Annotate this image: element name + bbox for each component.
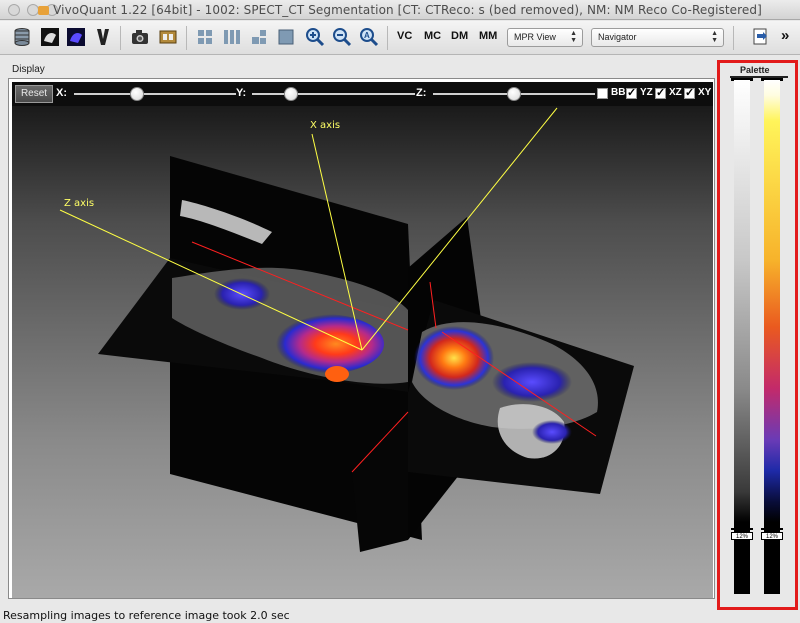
spect-uptake-right-low <box>492 362 572 402</box>
xy-checkbox-label: XY <box>698 87 712 98</box>
reset-button[interactable]: Reset <box>15 85 53 103</box>
z-axis-label: Z axis <box>64 198 95 209</box>
gray-palette-bottom-handle[interactable] <box>731 528 753 530</box>
view-mode-select[interactable]: MPR View ▲ ▼ <box>507 28 583 47</box>
palette-title: Palette <box>740 65 770 75</box>
film-icon[interactable] <box>158 27 178 47</box>
hot-palette-bottom-handle[interactable] <box>761 528 783 530</box>
hot-palette-bar[interactable] <box>764 80 780 594</box>
text-zoom-icon[interactable]: A <box>359 27 379 47</box>
toolbar-separator <box>186 26 187 50</box>
mpr-3d-viewport[interactable]: X axis Z axis Reset X: Y: Z: BB YZ XZ XY <box>12 82 713 598</box>
view-mode-value: MPR View <box>514 32 556 42</box>
xz-checkbox-label: XZ <box>669 87 682 98</box>
brush-icon[interactable] <box>93 27 113 47</box>
window-title: VivoQuant 1.22 [64bit] - 1002: SPECT_CT … <box>0 3 800 17</box>
camera-icon[interactable] <box>130 27 150 47</box>
zoom-in-icon[interactable] <box>305 27 325 47</box>
x-slider-thumb[interactable] <box>130 87 144 101</box>
image-blue-icon[interactable] <box>66 27 86 47</box>
app-logo-icon <box>38 6 50 15</box>
toolbar-separator <box>120 26 121 50</box>
z-slider-thumb[interactable] <box>507 87 521 101</box>
export-icon[interactable] <box>750 27 770 47</box>
x-slider-label: X: <box>56 87 67 99</box>
mpr-3d-scene[interactable] <box>12 82 713 598</box>
toolbar-separator <box>733 26 734 50</box>
grid-columns-icon[interactable] <box>222 27 242 47</box>
y-slider-label: Y: <box>236 87 247 99</box>
title-bar: VivoQuant 1.22 [64bit] - 1002: SPECT_CT … <box>0 0 800 20</box>
vc-button[interactable]: VC <box>397 30 412 42</box>
spect-uptake-left-core <box>325 366 349 382</box>
status-bar-text: Resampling images to reference image too… <box>3 609 290 622</box>
toolbar: A VC MC DM MM MPR View ▲ ▼ Navigator ▲ ▼ » <box>0 21 800 55</box>
slice-slider-bar: Reset X: Y: Z: BB YZ XZ XY <box>12 82 713 106</box>
grid-2x2-icon[interactable] <box>195 27 215 47</box>
layout-icon[interactable] <box>249 27 269 47</box>
y-slider-track[interactable] <box>252 93 415 95</box>
window-title-text: VivoQuant 1.22 [64bit] - 1002: SPECT_CT … <box>53 3 762 17</box>
hot-palette-percent: 12% <box>761 532 783 540</box>
z-slider-label: Z: <box>416 87 427 99</box>
select-arrows-icon: ▲ ▼ <box>570 30 577 44</box>
navigator-select[interactable]: Navigator ▲ ▼ <box>591 28 724 47</box>
toolbar-separator <box>387 26 388 50</box>
xz-checkbox[interactable] <box>655 86 666 99</box>
mm-button[interactable]: MM <box>479 30 497 42</box>
xy-checkbox[interactable] <box>684 86 695 99</box>
bb-checkbox-label: BB <box>611 87 626 98</box>
navigator-value: Navigator <box>598 32 637 42</box>
grayscale-palette-bar[interactable] <box>734 80 750 594</box>
spect-uptake-right <box>414 326 494 390</box>
zoom-out-icon[interactable] <box>332 27 352 47</box>
yz-checkbox-label: YZ <box>640 87 653 98</box>
database-icon[interactable] <box>12 27 32 47</box>
mc-button[interactable]: MC <box>424 30 441 42</box>
image-load-icon[interactable] <box>40 27 60 47</box>
x-slider-track[interactable] <box>74 93 236 95</box>
display-panel-title: Display <box>12 64 45 75</box>
svg-text:A: A <box>364 31 370 40</box>
dm-button[interactable]: DM <box>451 30 468 42</box>
x-axis-label: X axis <box>310 120 341 131</box>
toolbar-overflow-button[interactable]: » <box>781 27 789 44</box>
select-arrows-icon: ▲ ▼ <box>711 30 718 44</box>
bb-checkbox[interactable] <box>597 88 608 99</box>
single-view-icon[interactable] <box>276 27 296 47</box>
palette-highlight-box <box>717 60 798 610</box>
spect-uptake-right-head <box>532 420 572 444</box>
yz-checkbox[interactable] <box>626 86 637 99</box>
gray-palette-percent: 12% <box>731 532 753 540</box>
y-slider-thumb[interactable] <box>284 87 298 101</box>
spect-uptake-left <box>264 314 384 374</box>
